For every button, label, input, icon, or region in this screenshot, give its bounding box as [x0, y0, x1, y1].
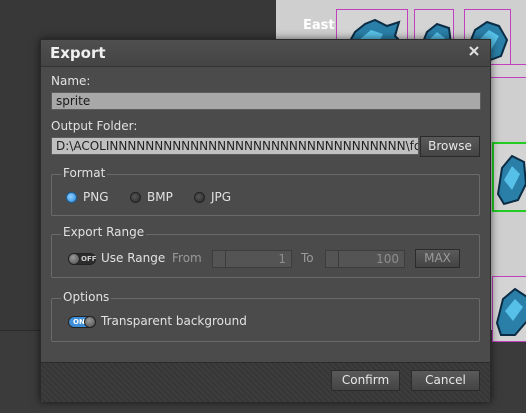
sprite-frame[interactable] — [492, 276, 526, 342]
dialog-titlebar[interactable]: Export — [41, 40, 490, 67]
radio-jpg-label: JPG — [211, 190, 232, 204]
to-label: To — [301, 251, 314, 265]
dialog-title: Export — [50, 44, 106, 62]
radio-bmp[interactable] — [130, 192, 141, 203]
format-group-title: Format — [61, 166, 108, 180]
sprite-frame[interactable] — [490, 64, 526, 78]
to-stepper[interactable]: 100 — [325, 250, 405, 268]
browse-button[interactable]: Browse — [420, 136, 480, 157]
dragon-sprite — [495, 287, 526, 336]
format-group — [51, 174, 480, 216]
toggle-knob — [84, 316, 96, 328]
radio-jpg[interactable] — [194, 192, 205, 203]
use-range-label: Use Range — [101, 251, 166, 265]
sprite-frame-selected[interactable] — [492, 142, 526, 212]
name-input[interactable]: sprite — [51, 92, 481, 110]
output-folder-input[interactable]: D:\ACOLINNNNNNNNNNNNNNNNNNNNNNNNNNNNNNNN… — [51, 137, 419, 155]
transparent-bg-toggle[interactable]: ON — [68, 316, 96, 328]
use-range-toggle[interactable]: OFF — [68, 253, 97, 265]
to-value: 100 — [376, 252, 399, 266]
name-label: Name: — [51, 74, 91, 88]
radio-bmp-label: BMP — [147, 190, 173, 204]
from-label: From — [172, 251, 202, 265]
transparent-bg-label: Transparent background — [101, 314, 247, 328]
stepper-arrows-icon[interactable] — [326, 251, 339, 267]
direction-label: East — [303, 18, 335, 33]
toggle-state-text: OFF — [81, 255, 97, 263]
max-button[interactable]: MAX — [415, 249, 460, 268]
dialog-footer: Confirm Cancel — [41, 362, 490, 402]
from-value: 1 — [278, 252, 286, 266]
output-folder-label: Output Folder: — [51, 119, 138, 133]
radio-png[interactable] — [66, 192, 77, 203]
cancel-button[interactable]: Cancel — [411, 370, 480, 391]
options-group-title: Options — [61, 290, 112, 304]
export-dialog: Export Name: sprite Output Folder: D:\AC… — [40, 39, 491, 402]
export-range-title: Export Range — [61, 225, 147, 239]
dragon-sprite — [496, 154, 526, 206]
close-icon[interactable] — [468, 45, 480, 57]
confirm-button[interactable]: Confirm — [331, 370, 400, 391]
from-stepper[interactable]: 1 — [212, 250, 292, 268]
toggle-knob — [68, 253, 80, 265]
stepper-arrows-icon[interactable] — [213, 251, 226, 267]
radio-png-label: PNG — [83, 190, 109, 204]
